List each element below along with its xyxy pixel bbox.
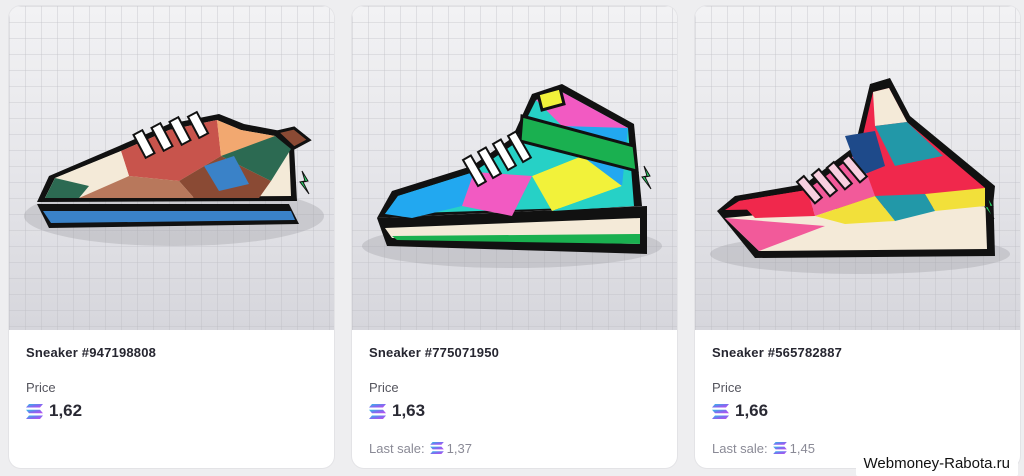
price-row: 1,63 (369, 400, 425, 422)
last-sale-label: Last sale: (369, 440, 425, 456)
price-label: Price (26, 380, 56, 395)
last-sale: Last sale: 1,37 (369, 439, 472, 457)
last-sale-value: 1,45 (789, 440, 815, 456)
card-title[interactable]: Sneaker #947198808 (26, 345, 156, 360)
sneaker-low-icon[interactable] (9, 6, 334, 330)
price-label: Price (369, 380, 399, 395)
solana-icon (712, 403, 729, 419)
card-title[interactable]: Sneaker #775071950 (369, 345, 499, 360)
card-title[interactable]: Sneaker #565782887 (712, 345, 842, 360)
nft-card[interactable]: Sneaker #775071950 Price 1,63 Last sale:… (352, 6, 677, 468)
sneaker-high-icon[interactable] (352, 6, 677, 330)
price-label: Price (712, 380, 742, 395)
price-value: 1,66 (735, 401, 769, 420)
solana-icon (429, 442, 444, 454)
price-value: 1,62 (49, 401, 83, 420)
price-value: 1,63 (392, 401, 426, 420)
price-row: 1,66 (712, 400, 768, 422)
solana-icon (26, 403, 43, 419)
nft-card[interactable]: Sneaker #565782887 Price 1,66 Last sale:… (695, 6, 1020, 468)
nft-card[interactable]: Sneaker #947198808 Price 1,62 (9, 6, 334, 468)
last-sale: Last sale: 1,45 (712, 439, 815, 457)
last-sale-label: Last sale: (712, 440, 768, 456)
last-sale-value: 1,37 (446, 440, 472, 456)
price-row: 1,62 (26, 400, 82, 422)
solana-icon (369, 403, 386, 419)
watermark: Webmoney-Rabota.ru (855, 450, 1018, 476)
sneaker-high-icon[interactable] (695, 6, 1020, 330)
solana-icon (772, 442, 787, 454)
